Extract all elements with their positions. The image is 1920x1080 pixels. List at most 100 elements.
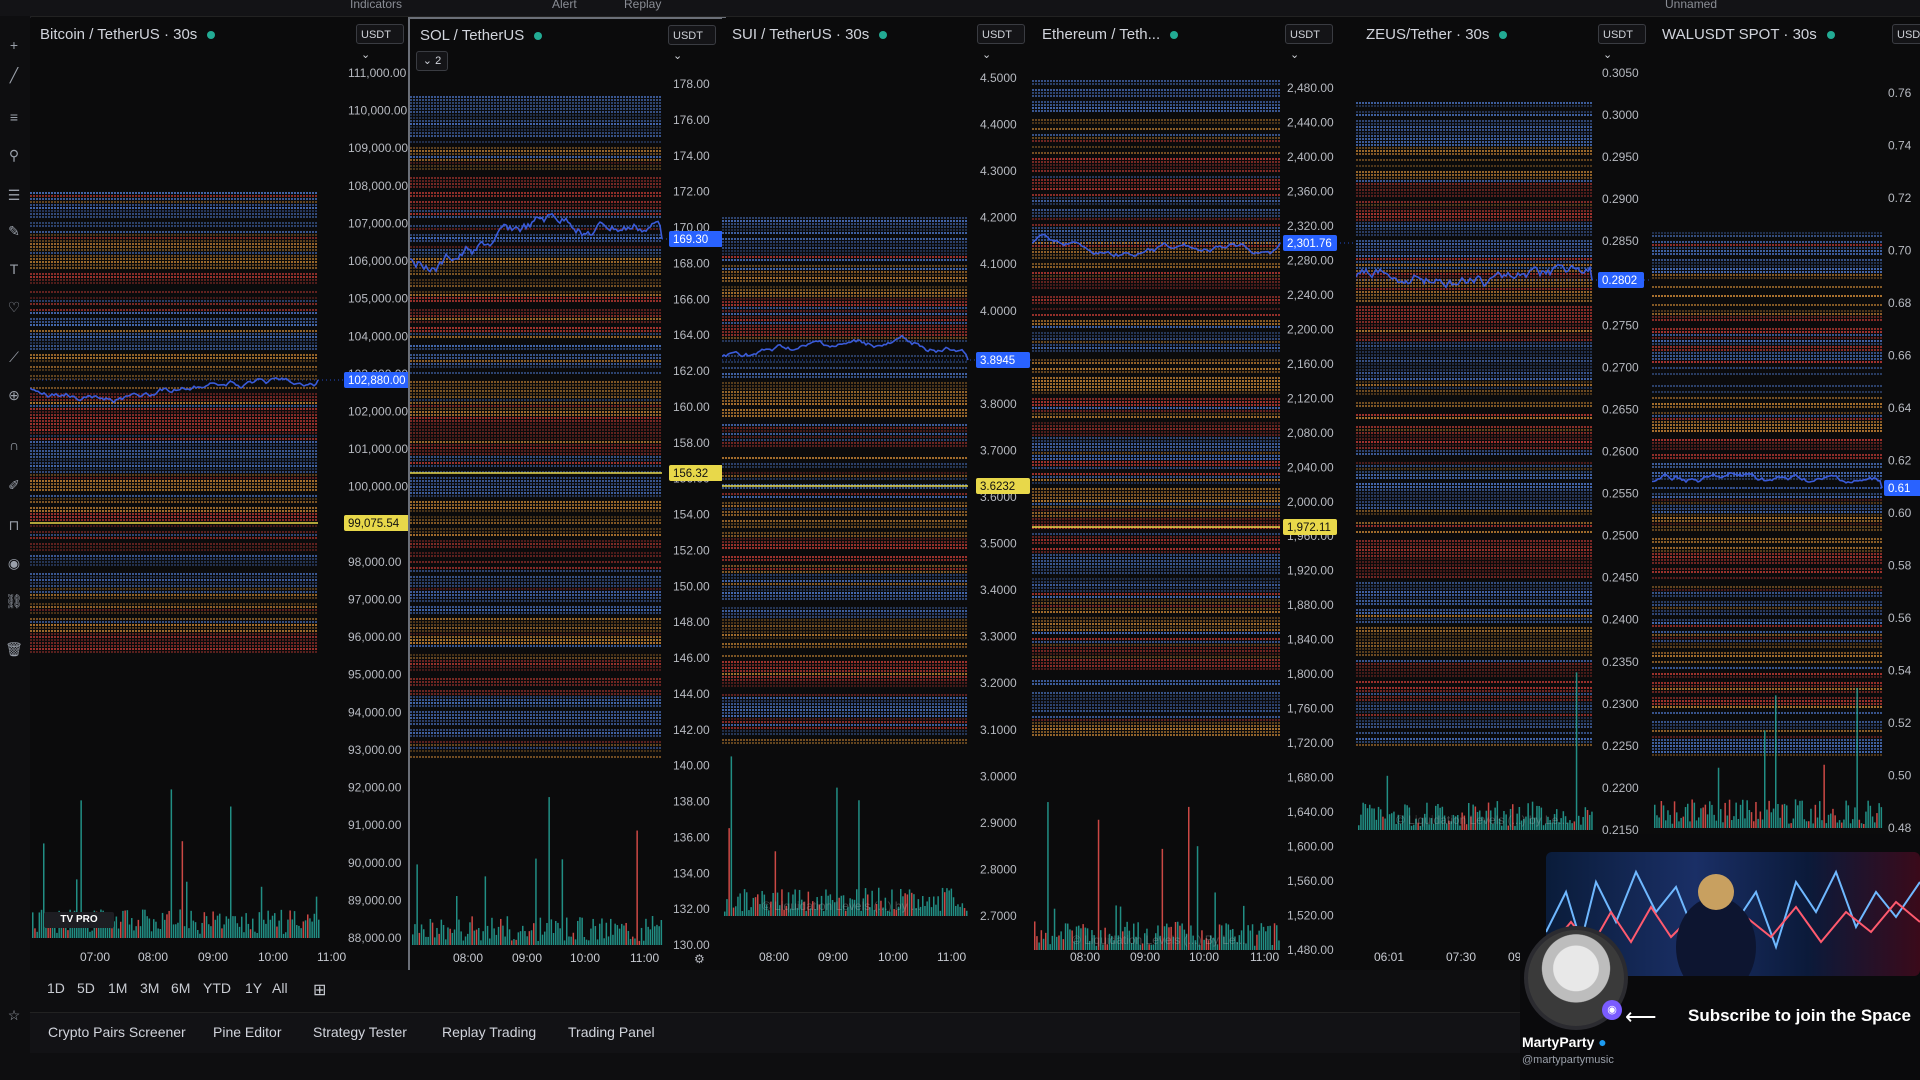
chart-panel[interactable]: WALUSDT SPOT · 30sUSD ⌄0.760.740.720.700… [1652, 18, 1920, 970]
price-tick-label: 93,000.00 [348, 743, 402, 757]
chart-canvas[interactable]: 2,480.00 2,440.00 2,400.00 2,360.00 2,320.00… [1032, 18, 1356, 970]
volume-bar [139, 926, 142, 938]
volume-bar [930, 907, 933, 916]
price-tick-label: 0.58 [1888, 559, 1912, 573]
settings-gear-icon[interactable]: ⚙ [694, 952, 705, 966]
price-tick-label: 0.2600 [1602, 445, 1639, 459]
volume-bar [186, 881, 188, 938]
range-1d[interactable]: 1D [47, 980, 65, 996]
volume-bar [256, 933, 258, 938]
tab-trading-panel[interactable]: Trading Panel [568, 1024, 655, 1040]
volume-bar [1682, 816, 1685, 828]
volume-bar [56, 932, 58, 938]
ruler-icon[interactable]: ⟋ [5, 348, 23, 366]
heart-icon[interactable]: ♡ [5, 298, 23, 316]
brush-icon[interactable]: ✎ [5, 222, 23, 240]
range-1y[interactable]: 1Y [245, 980, 262, 996]
price-tick-label: 0.2250 [1602, 739, 1639, 753]
subscribe-cta[interactable]: Subscribe to join the Space [1688, 1006, 1911, 1026]
volume-bar [192, 920, 195, 938]
text-icon[interactable]: T [5, 260, 23, 278]
volume-bar [1578, 815, 1580, 830]
range-5d[interactable]: 5D [77, 980, 95, 996]
trash-icon[interactable]: 🗑 [5, 640, 23, 658]
star-icon[interactable]: ☆ [5, 1006, 23, 1024]
indicators-button[interactable]: Indicators [350, 0, 402, 11]
volume-bar [596, 939, 599, 945]
pattern-icon[interactable]: ⚲ [5, 146, 23, 164]
volume-bar [495, 934, 498, 945]
volume-bar [645, 918, 647, 945]
volume-bar [170, 789, 173, 938]
price-tick-label: 168.00 [673, 256, 710, 270]
volume-bar [1797, 805, 1799, 828]
volume-bar [728, 828, 730, 916]
volume-bar [1781, 804, 1784, 828]
volume-bar [236, 923, 239, 938]
volume-bar [1584, 807, 1587, 830]
chart-panel[interactable]: Bitcoin / TetherUS · 30s USDT ⌄ 111,000.00… [30, 18, 409, 970]
price-tick-label: 2,440.00 [1287, 115, 1334, 129]
price-tick-label: 0.68 [1888, 296, 1912, 310]
price-tick-label: 2,160.00 [1287, 357, 1334, 371]
chart-canvas[interactable]: 111,000.00 110,000.00 109,000.00 108,000.00… [30, 18, 408, 970]
replay-button[interactable]: Replay [624, 0, 661, 11]
volume-bar [1865, 811, 1867, 828]
chart-panel[interactable]: SUI / TetherUS · 30s USDT ⌄ 4.5000 4.4000 4.… [722, 18, 1033, 970]
volume-bar [583, 936, 586, 945]
volume-bar [739, 893, 741, 916]
volume-bar [1580, 824, 1582, 830]
alert-button[interactable]: Alert [552, 0, 577, 11]
volume-bar [1810, 808, 1812, 828]
tab-pine-editor[interactable]: Pine Editor [213, 1024, 281, 1040]
crosshair-icon[interactable]: + [5, 36, 23, 54]
chart-canvas[interactable]: 4.50004.40004.30004.20004.10004.00003.90… [722, 18, 1032, 970]
chart-canvas[interactable]: 178.00176.00174.00172.00170.00168.00166.… [410, 19, 724, 971]
price-tick-label: 0.2950 [1602, 150, 1639, 164]
volume-bar [205, 916, 208, 938]
volume-bar [1684, 807, 1687, 828]
price-tick-label: 154.00 [673, 508, 710, 522]
volume-bar [471, 916, 473, 945]
volume-bar [445, 939, 447, 945]
tab-replay-trading[interactable]: Replay Trading [442, 1024, 536, 1040]
range-all[interactable]: All [272, 980, 288, 996]
tab-strategy-tester[interactable]: Strategy Tester [313, 1024, 407, 1040]
projection-icon[interactable]: ☰ [5, 186, 23, 204]
chart-canvas[interactable]: 0.30500.30000.29500.29000.28500.28000.27… [1356, 18, 1652, 970]
calendar-icon[interactable]: ⊞ [313, 980, 326, 1000]
volume-bar [1834, 815, 1836, 828]
time-tick-label: 09:00 [818, 950, 848, 964]
chart-canvas[interactable]: 0.76 0.74 0.72 0.70 0.68 0.66 0.64 0.62 0.60 0.58… [1652, 18, 1920, 970]
price-tick-label: 2.7000 [980, 909, 1017, 923]
chart-panel[interactable]: SOL / TetherUS USDT ⌄ ⌄ 2 178.00 176.00 174.0… [408, 17, 726, 973]
volume-bar [115, 916, 118, 938]
zoom-icon[interactable]: ⊕ [5, 386, 23, 404]
range-ytd[interactable]: YTD [203, 980, 231, 996]
range-6m[interactable]: 6M [171, 980, 190, 996]
price-tick-label: 3.5000 [980, 537, 1017, 551]
volume-bar [1819, 801, 1821, 828]
eye-icon[interactable]: ◉ [5, 554, 23, 572]
chart-panel[interactable]: ZEUS/Tether · 30s USDT ⌄ 0.3050 0.3000 0.295… [1356, 18, 1653, 970]
lock-icon[interactable]: ⊓ [5, 516, 23, 534]
volume-bar [148, 918, 151, 938]
trendline-icon[interactable]: ╱ [5, 66, 23, 84]
range-1m[interactable]: 1M [108, 980, 127, 996]
link-icon[interactable]: ⛓ [5, 592, 23, 610]
tab-crypto-pairs-screener[interactable]: Crypto Pairs Screener [48, 1024, 186, 1040]
volume-bar [579, 917, 581, 945]
volume-bar [612, 934, 614, 945]
fib-icon[interactable]: ≡ [5, 108, 23, 126]
chart-panel[interactable]: Ethereum / Teth... USDT ⌄ 2,480.00 2,440.00… [1032, 18, 1357, 970]
layout-name[interactable]: Unnamed [1665, 0, 1717, 11]
price-tick-label: 1,640.00 [1287, 805, 1334, 819]
magnet-icon[interactable]: ∩ [5, 436, 23, 454]
last-price-tag: 169.30 [669, 231, 723, 247]
range-3m[interactable]: 3M [140, 980, 159, 996]
volume-bar [179, 909, 181, 938]
volume-bar [1262, 926, 1265, 950]
volume-bar [592, 918, 594, 945]
volume-bar [946, 888, 948, 916]
lock-draw-icon[interactable]: ✐ [5, 476, 23, 494]
